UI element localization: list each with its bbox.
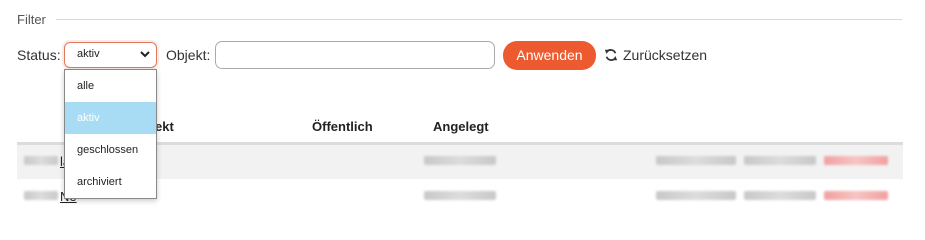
redacted-action[interactable]: [824, 156, 888, 165]
apply-button[interactable]: Anwenden: [503, 41, 596, 70]
status-option-alle[interactable]: alle: [65, 70, 156, 102]
status-option-geschlossen[interactable]: geschlossen: [65, 134, 156, 166]
redacted-cell: [24, 156, 58, 165]
redacted-cell: [744, 156, 816, 165]
reset-label: Zurücksetzen: [623, 47, 708, 63]
redacted-date: [424, 156, 496, 165]
fieldset-border: [56, 19, 902, 20]
status-label: Status:: [17, 47, 61, 63]
column-header-objekt: ekt: [155, 119, 174, 134]
redacted-action[interactable]: [824, 191, 888, 200]
refresh-icon: [604, 49, 618, 61]
redacted-date: [424, 191, 496, 200]
redacted-cell: [656, 191, 736, 200]
redacted-cell: [744, 191, 816, 200]
status-selected-value: aktiv: [77, 48, 100, 60]
filter-legend: Filter: [17, 12, 46, 27]
reset-button[interactable]: Zurücksetzen: [604, 47, 707, 63]
status-option-archiviert[interactable]: archiviert: [65, 166, 156, 198]
redacted-cell: [656, 156, 736, 165]
redacted-cell: [24, 191, 58, 200]
objekt-input[interactable]: [215, 41, 495, 69]
status-dropdown-list: alle aktiv geschlossen archiviert: [64, 69, 157, 199]
chevron-down-icon: [140, 51, 150, 58]
status-option-aktiv[interactable]: aktiv: [65, 102, 156, 134]
objekt-label: Objekt:: [166, 47, 211, 63]
column-header-oeffentlich: Öffentlich: [312, 119, 373, 134]
column-header-angelegt: Angelegt: [433, 119, 489, 134]
status-select[interactable]: aktiv: [64, 42, 157, 68]
